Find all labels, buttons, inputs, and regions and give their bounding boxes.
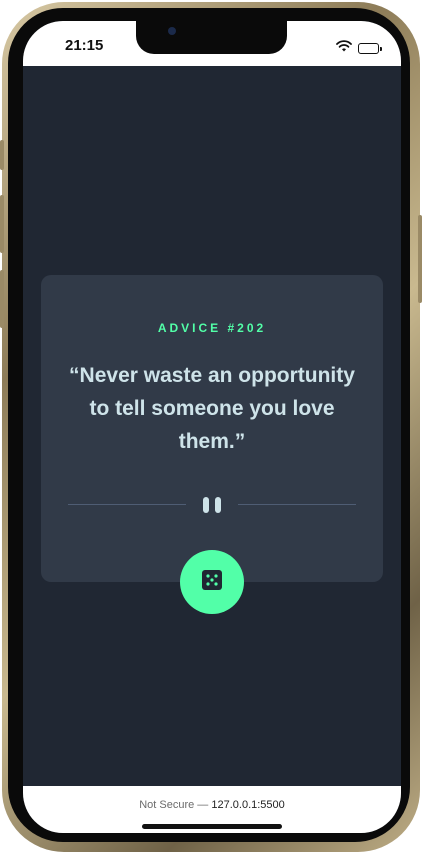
- phone-screen: 21:15 ADVICE #202 “Never waste an opport…: [23, 21, 401, 833]
- notch: [136, 21, 287, 54]
- pause-icon: [203, 497, 223, 513]
- pattern-divider: [68, 495, 356, 515]
- side-button-right: [418, 215, 422, 303]
- new-advice-button[interactable]: [180, 550, 244, 614]
- divider-line-right: [238, 504, 356, 505]
- browser-address-bar[interactable]: Not Secure — 127.0.0.1:5500: [23, 786, 401, 833]
- advice-card: ADVICE #202 “Never waste an opportunity …: [41, 275, 383, 582]
- advice-id: ADVICE #202: [157, 321, 267, 335]
- browser-url[interactable]: Not Secure — 127.0.0.1:5500: [23, 799, 401, 811]
- status-icons: [336, 39, 382, 57]
- battery-icon: [358, 42, 382, 54]
- dice-icon: [201, 569, 223, 596]
- wifi-icon: [336, 39, 352, 57]
- side-button-left-1: [0, 140, 4, 170]
- url-host: 127.0.0.1:5500: [211, 799, 285, 811]
- side-button-left-3: [0, 270, 4, 328]
- status-bar: 21:15: [23, 21, 401, 66]
- security-label: Not Secure —: [139, 799, 209, 811]
- side-button-left-2: [0, 195, 4, 253]
- divider-line-left: [68, 504, 186, 505]
- advice-app: ADVICE #202 “Never waste an opportunity …: [23, 66, 401, 786]
- home-indicator[interactable]: [142, 824, 282, 829]
- advice-quote: “Never waste an opportunity to tell some…: [69, 364, 355, 453]
- camera-icon: [168, 27, 176, 35]
- status-time: 21:15: [65, 37, 104, 54]
